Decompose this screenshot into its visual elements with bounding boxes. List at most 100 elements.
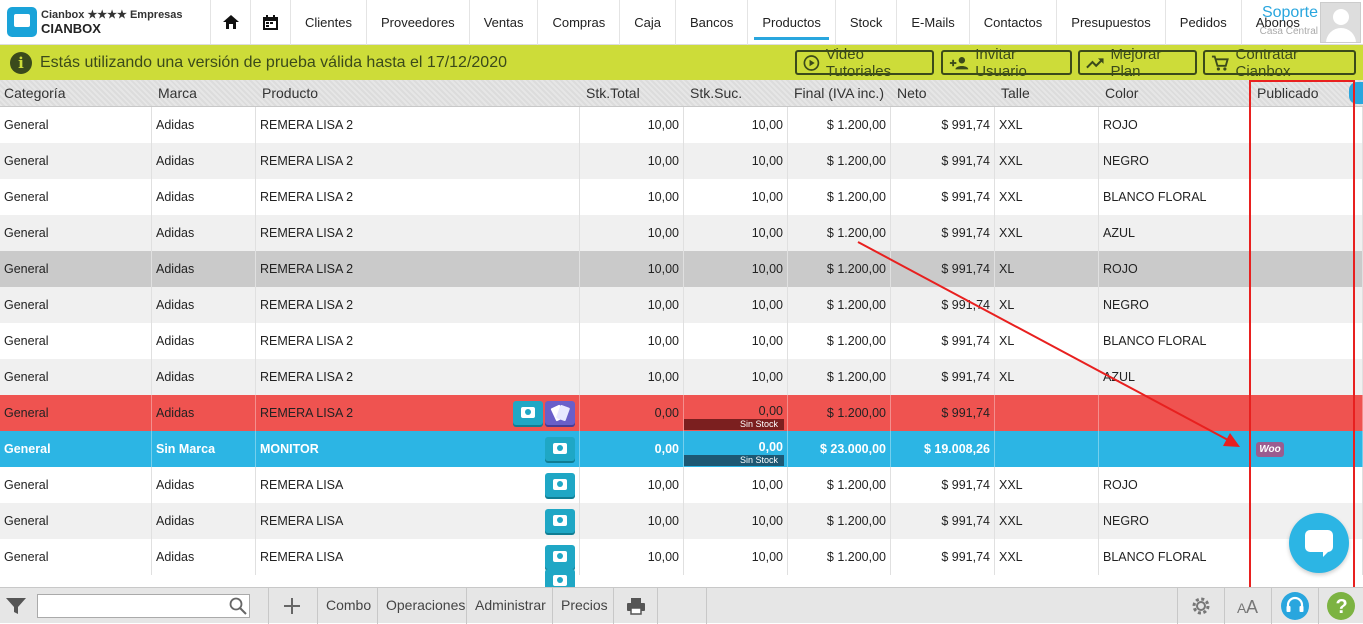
table-row[interactable]: General Adidas REMERA LISA 10,00 10,00 $ 1.20… (0, 539, 1363, 575)
upgrade-plan-button[interactable]: Mejorar Plan (1078, 46, 1197, 80)
cell-categoria: General (0, 251, 152, 287)
cell-final: $ 1.200,00 (788, 215, 891, 251)
nav-item-compras[interactable]: Compras (537, 0, 619, 45)
cell-marca: Adidas (152, 251, 256, 287)
table-row[interactable]: General Adidas REMERA LISA 2 10,00 10,00 $ 1.… (0, 179, 1363, 215)
precios-button[interactable]: Precios (552, 588, 616, 624)
nav-item-contactos[interactable]: Contactos (968, 0, 1057, 45)
cell-final: $ 23.000,00 (788, 431, 891, 467)
avatar[interactable] (1320, 2, 1361, 43)
nav-item-bancos[interactable]: Bancos (674, 0, 747, 45)
column-header-stk-total[interactable]: Stk.Total (582, 80, 640, 107)
nav-item-ventas[interactable]: Ventas (468, 0, 538, 45)
camera-icon[interactable] (545, 569, 575, 587)
cell-text: Adidas (156, 190, 195, 204)
invite-user-button[interactable]: Invitar Usuario (941, 46, 1072, 80)
cell-text: 0,00 (654, 406, 679, 420)
cell-marca: Adidas (152, 539, 256, 575)
table-row[interactable]: General Adidas REMERA LISA 2 10,00 10,00 $ 1.… (0, 143, 1363, 179)
cell-color: BLANCO FLORAL (1099, 539, 1251, 575)
brand[interactable]: Cianbox ★★★★ Empresas CIANBOX (0, 0, 210, 44)
video-tutorials-button[interactable]: Video Tutoriales (795, 46, 934, 80)
table-row[interactable]: General Adidas REMERA LISA 2 0,00 0,00 Sin St… (0, 395, 1363, 431)
column-header-stk-suc[interactable]: Stk.Suc. (686, 80, 742, 107)
nav-item-pedidos[interactable]: Pedidos (1164, 0, 1241, 45)
column-header-publicado[interactable]: Publicado (1253, 80, 1319, 107)
home-icon[interactable] (210, 0, 250, 44)
camera-icon[interactable] (545, 545, 575, 569)
cell-final: $ 1.200,00 (788, 323, 891, 359)
table-row[interactable]: General Adidas REMERA LISA 10,00 10,00 $ 1.20… (0, 467, 1363, 503)
cell-text: 0,00 (654, 442, 679, 456)
user-menu[interactable]: Soporte Casa Central (1260, 4, 1318, 37)
nav-item-productos[interactable]: Productos (747, 0, 835, 45)
nav-item-stock[interactable]: Stock (834, 0, 897, 45)
cell-talle: XL (995, 287, 1099, 323)
camera-icon[interactable] (545, 437, 575, 461)
cell-text: XL (999, 298, 1015, 312)
contract-cianbox-button[interactable]: Contratar Cianbox (1203, 46, 1356, 80)
svg-text:A: A (1246, 597, 1258, 615)
user-branch: Casa Central (1259, 26, 1318, 37)
column-header-talle[interactable]: Talle (997, 80, 1030, 107)
cell-publicado: Woo (1251, 431, 1363, 467)
nav-item-proveedores[interactable]: Proveedores (365, 0, 469, 45)
column-header-marca[interactable]: Marca (154, 80, 197, 107)
cell-stk-total: 10,00 (580, 503, 684, 539)
combo-button[interactable]: Combo (317, 588, 379, 624)
camera-icon[interactable] (545, 509, 575, 533)
cell-final: $ 1.200,00 (788, 251, 891, 287)
sin-stock-badge: Sin Stock (684, 419, 784, 430)
nav-item-presupuestos[interactable]: Presupuestos (1056, 0, 1165, 45)
nav-item-clientes[interactable]: Clientes (290, 0, 366, 45)
camera-icon[interactable] (513, 401, 543, 425)
column-header-neto[interactable]: Neto (893, 80, 927, 107)
cell-text: ROJO (1103, 478, 1138, 492)
camera-icon[interactable] (545, 473, 575, 497)
cell-stk-total: 10,00 (580, 215, 684, 251)
table-row[interactable]: General Adidas REMERA LISA 2 10,00 10,00 $ 1.… (0, 251, 1363, 287)
search-icon[interactable] (226, 588, 250, 624)
variants-icon[interactable] (545, 401, 575, 425)
cell-text: REMERA LISA 2 (260, 370, 354, 384)
gear-icon[interactable] (1177, 588, 1223, 624)
cell-producto: REMERA LISA (256, 539, 580, 575)
cell-stk-suc: 0,00 Sin Stock (684, 431, 788, 467)
panel-toggle-tab[interactable] (1349, 82, 1363, 104)
administrar-button[interactable]: Administrar (466, 588, 554, 624)
print-icon[interactable] (613, 588, 658, 624)
chat-bubble-icon[interactable] (1289, 513, 1349, 573)
operaciones-button[interactable]: Operaciones (377, 588, 473, 624)
filter-icon[interactable] (4, 588, 28, 624)
cell-color: BLANCO FLORAL (1099, 179, 1251, 215)
add-icon[interactable] (268, 588, 314, 624)
font-size-icon[interactable]: AA (1224, 588, 1270, 624)
table-row[interactable]: General Adidas REMERA LISA 2 10,00 10,00 $ 1.… (0, 287, 1363, 323)
column-header-final[interactable]: Final (IVA inc.) (790, 80, 884, 107)
cell-stk-suc: 0,00 Sin Stock (684, 395, 788, 431)
cell-publicado (1251, 359, 1363, 395)
table-row[interactable]: General Adidas REMERA LISA 10,00 10,00 $ 1.20… (0, 503, 1363, 539)
calendar-icon[interactable] (250, 0, 290, 44)
cell-text: ROJO (1103, 262, 1138, 276)
cell-categoria: General (0, 323, 152, 359)
table-row[interactable]: General Sin Marca MONITOR 0,00 0,00 Sin Stock… (0, 431, 1363, 467)
cart-icon (1211, 55, 1229, 71)
table-row[interactable]: General Adidas REMERA LISA 2 10,00 10,00 $ 1.… (0, 215, 1363, 251)
nav-item-caja[interactable]: Caja (619, 0, 675, 45)
cell-text: 10,00 (647, 190, 679, 204)
column-header-categoria[interactable]: Categoría (0, 80, 65, 107)
cell-color: NEGRO (1099, 503, 1251, 539)
nav-item-e-mails[interactable]: E-Mails (896, 0, 968, 45)
headset-support-icon[interactable] (1271, 588, 1317, 624)
cell-talle: XL (995, 359, 1099, 395)
search-input[interactable] (37, 594, 250, 618)
help-icon[interactable]: ? (1318, 588, 1363, 624)
table-row[interactable]: General Adidas REMERA LISA 2 10,00 10,00 $ 1.… (0, 107, 1363, 143)
cell-color (1099, 431, 1251, 467)
table-row[interactable]: General Adidas REMERA LISA 2 10,00 10,00 $ 1.… (0, 359, 1363, 395)
table-row[interactable]: General Adidas REMERA LISA 2 10,00 10,00 $ 1.… (0, 323, 1363, 359)
cell-talle: XL (995, 251, 1099, 287)
column-header-producto[interactable]: Producto (258, 80, 318, 107)
column-header-color[interactable]: Color (1101, 80, 1138, 107)
